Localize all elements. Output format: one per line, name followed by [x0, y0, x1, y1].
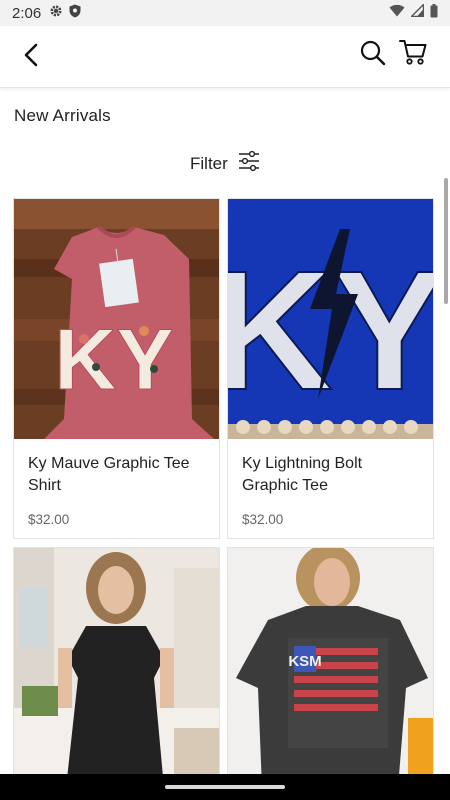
app-header — [0, 26, 450, 88]
cell-signal-icon — [409, 2, 425, 22]
wifi-icon — [389, 4, 405, 22]
battery-icon — [430, 3, 438, 23]
search-button[interactable] — [358, 40, 388, 70]
product-card[interactable]: KY Ky Lightning Bolt Graphic Tee $32.00 — [227, 198, 434, 539]
scrollbar-thumb[interactable] — [444, 178, 448, 304]
back-button[interactable] — [16, 42, 46, 72]
product-image[interactable]: KY — [228, 199, 433, 439]
product-card[interactable]: KY Ky Mauve Graphic Tee Shirt $32.00 — [13, 198, 220, 539]
system-nav-bar — [0, 774, 450, 800]
product-image[interactable] — [14, 548, 219, 788]
cart-button[interactable] — [398, 39, 428, 69]
product-image[interactable]: KSM — [228, 548, 433, 788]
product-card[interactable] — [13, 547, 220, 788]
filter-label: Filter — [190, 153, 228, 173]
tee-graphic-text: KY — [54, 312, 173, 408]
product-name[interactable]: Ky Mauve Graphic Tee Shirt — [28, 453, 205, 497]
cart-icon — [399, 39, 427, 70]
status-bar: 2:06 — [0, 0, 450, 26]
sliders-icon — [238, 150, 260, 177]
section-title: New Arrivals — [14, 106, 111, 125]
chevron-left-icon — [23, 43, 39, 72]
product-price: $32.00 — [28, 512, 70, 527]
product-card[interactable]: KSM — [227, 547, 434, 788]
search-icon — [360, 40, 386, 71]
shield-icon — [69, 4, 81, 23]
product-price: $32.00 — [242, 512, 284, 527]
tee-graphic-text: KSM — [288, 653, 321, 670]
product-name[interactable]: Ky Lightning Bolt Graphic Tee — [242, 453, 419, 497]
product-image[interactable]: KY — [14, 199, 219, 439]
home-gesture-handle[interactable] — [165, 785, 285, 789]
settings-gear-icon — [49, 4, 63, 23]
status-time: 2:06 — [12, 4, 42, 22]
filter-button[interactable]: Filter — [190, 150, 260, 177]
scrollbar[interactable] — [442, 88, 450, 778]
